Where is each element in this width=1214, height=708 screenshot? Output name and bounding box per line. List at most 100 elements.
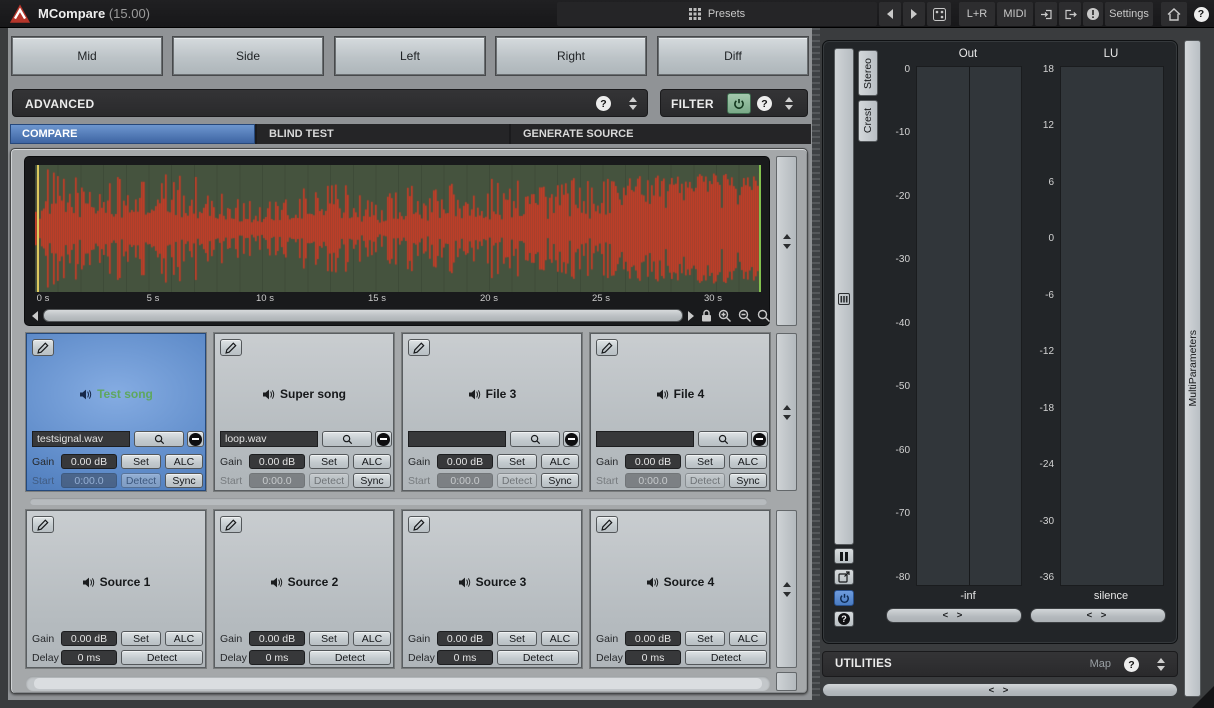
scrollbar-thumb[interactable]	[34, 678, 762, 689]
delay-detect-button[interactable]: Detect	[685, 650, 767, 665]
home-button[interactable]	[1161, 2, 1187, 26]
end-marker[interactable]	[759, 165, 761, 292]
file-slot-2[interactable]: Super song loop.wav Gain 0.00 dB Set ALC…	[214, 333, 394, 491]
multiparameters-panel[interactable]: MultiParameters	[1184, 40, 1201, 697]
start-detect-button[interactable]: Detect	[309, 473, 349, 488]
help-button[interactable]: ?	[1191, 2, 1211, 26]
alc-button[interactable]: ALC	[353, 631, 391, 646]
utilities-help-icon[interactable]: ?	[1124, 657, 1139, 672]
import-settings-button[interactable]	[1035, 2, 1057, 26]
remove-file-button[interactable]	[187, 431, 204, 447]
gain-value[interactable]: 0.00 dB	[437, 631, 493, 646]
settings-button[interactable]: Settings	[1105, 2, 1153, 26]
source-slot-1[interactable]: Source 1 Gain 0.00 dB Set ALC Delay 0 ms…	[26, 510, 206, 668]
edit-slot-button[interactable]	[408, 339, 430, 356]
sync-button[interactable]: Sync	[729, 473, 767, 488]
sync-button[interactable]: Sync	[353, 473, 391, 488]
remove-file-button[interactable]	[563, 431, 580, 447]
gain-set-button[interactable]: Set	[685, 631, 725, 646]
previous-preset-button[interactable]	[879, 2, 901, 26]
meter-popout-button[interactable]	[834, 569, 854, 585]
alc-button[interactable]: ALC	[165, 454, 203, 469]
scroll-right-button[interactable]	[685, 309, 697, 322]
filter-power-button[interactable]	[727, 93, 751, 114]
alc-button[interactable]: ALC	[729, 454, 767, 469]
file-slot-3[interactable]: File 3 Gain 0.00 dB Set ALC Start 0:00.0…	[402, 333, 582, 491]
delay-value[interactable]: 0 ms	[61, 650, 117, 665]
browse-file-button[interactable]	[510, 431, 560, 447]
filter-collapse-spinner[interactable]	[785, 97, 793, 110]
delay-value[interactable]: 0 ms	[437, 650, 493, 665]
waveform-scrollbar[interactable]	[43, 309, 683, 322]
meter-settings-slider[interactable]	[834, 48, 854, 545]
edit-slot-button[interactable]	[220, 339, 242, 356]
gain-value[interactable]: 0.00 dB	[61, 454, 117, 469]
tab-compare[interactable]: COMPARE	[10, 124, 255, 144]
out-meter-bars[interactable]	[916, 66, 1022, 586]
remove-file-button[interactable]	[751, 431, 768, 447]
notifications-button[interactable]	[1083, 2, 1103, 26]
meter-pause-button[interactable]	[834, 548, 854, 564]
alc-button[interactable]: ALC	[541, 631, 579, 646]
utilities-range-slider[interactable]: < >	[822, 683, 1178, 697]
channel-button-diff[interactable]: Diff	[658, 37, 808, 75]
browse-file-button[interactable]	[322, 431, 372, 447]
gain-set-button[interactable]: Set	[497, 454, 537, 469]
filter-panel-header[interactable]: FILTER ?	[660, 89, 808, 117]
start-value[interactable]: 0:00.0	[61, 473, 117, 488]
edit-slot-button[interactable]	[408, 516, 430, 533]
edit-slot-button[interactable]	[32, 339, 54, 356]
edit-slot-button[interactable]	[32, 516, 54, 533]
channel-button-side[interactable]: Side	[173, 37, 323, 75]
window-resize-handle[interactable]	[1192, 686, 1214, 708]
delay-value[interactable]: 0 ms	[249, 650, 305, 665]
edit-slot-button[interactable]	[596, 516, 618, 533]
source-slot-2[interactable]: Source 2 Gain 0.00 dB Set ALC Delay 0 ms…	[214, 510, 394, 668]
alc-button[interactable]: ALC	[165, 631, 203, 646]
advanced-help-icon[interactable]: ?	[596, 96, 611, 111]
channel-button-left[interactable]: Left	[335, 37, 485, 75]
zoom-out-button[interactable]	[737, 308, 752, 323]
gain-set-button[interactable]: Set	[121, 454, 161, 469]
next-preset-button[interactable]	[903, 2, 925, 26]
channel-button-mid[interactable]: Mid	[12, 37, 162, 75]
meter-tab-crest[interactable]: Crest	[858, 100, 878, 142]
start-value[interactable]: 0:00.0	[625, 473, 681, 488]
presets-button[interactable]: Presets	[557, 2, 877, 26]
filename-field[interactable]: loop.wav	[220, 431, 318, 447]
start-detect-button[interactable]: Detect	[685, 473, 725, 488]
start-detect-button[interactable]: Detect	[497, 473, 537, 488]
remove-file-button[interactable]	[375, 431, 392, 447]
horizontal-scrollbar-thin[interactable]	[30, 498, 767, 505]
meter-help-button[interactable]: ?	[834, 611, 854, 627]
advanced-collapse-spinner[interactable]	[629, 97, 637, 110]
gain-value[interactable]: 0.00 dB	[625, 454, 681, 469]
gain-value[interactable]: 0.00 dB	[437, 454, 493, 469]
browse-file-button[interactable]	[698, 431, 748, 447]
panel-splitter[interactable]	[812, 28, 820, 700]
start-detect-button[interactable]: Detect	[121, 473, 161, 488]
edit-slot-button[interactable]	[596, 339, 618, 356]
utilities-collapse-spinner[interactable]	[1157, 658, 1165, 671]
channel-mode-button[interactable]: L+R	[959, 2, 995, 26]
gain-value[interactable]: 0.00 dB	[249, 454, 305, 469]
waveform-view[interactable]	[35, 165, 761, 292]
midi-button[interactable]: MIDI	[997, 2, 1033, 26]
file-slot-1[interactable]: Test song testsignal.wav Gain 0.00 dB Se…	[26, 333, 206, 491]
gain-set-button[interactable]: Set	[121, 631, 161, 646]
scroll-left-button[interactable]	[29, 309, 41, 322]
alc-button[interactable]: ALC	[353, 454, 391, 469]
source-slot-3[interactable]: Source 3 Gain 0.00 dB Set ALC Delay 0 ms…	[402, 510, 582, 668]
file-row-resize-handle[interactable]	[776, 333, 797, 491]
edit-slot-button[interactable]	[220, 516, 242, 533]
tab-generate-source[interactable]: GENERATE SOURCE	[511, 124, 811, 144]
lock-zoom-button[interactable]	[699, 308, 713, 323]
lu-meter-bar[interactable]	[1060, 66, 1164, 586]
start-value[interactable]: 0:00.0	[437, 473, 493, 488]
filter-help-icon[interactable]: ?	[757, 96, 772, 111]
delay-detect-button[interactable]: Detect	[309, 650, 391, 665]
out-meter-range-slider[interactable]: < >	[886, 608, 1022, 623]
gain-value[interactable]: 0.00 dB	[625, 631, 681, 646]
lu-meter-range-slider[interactable]: < >	[1030, 608, 1166, 623]
utilities-panel-header[interactable]: UTILITIES Map ?	[822, 651, 1178, 677]
